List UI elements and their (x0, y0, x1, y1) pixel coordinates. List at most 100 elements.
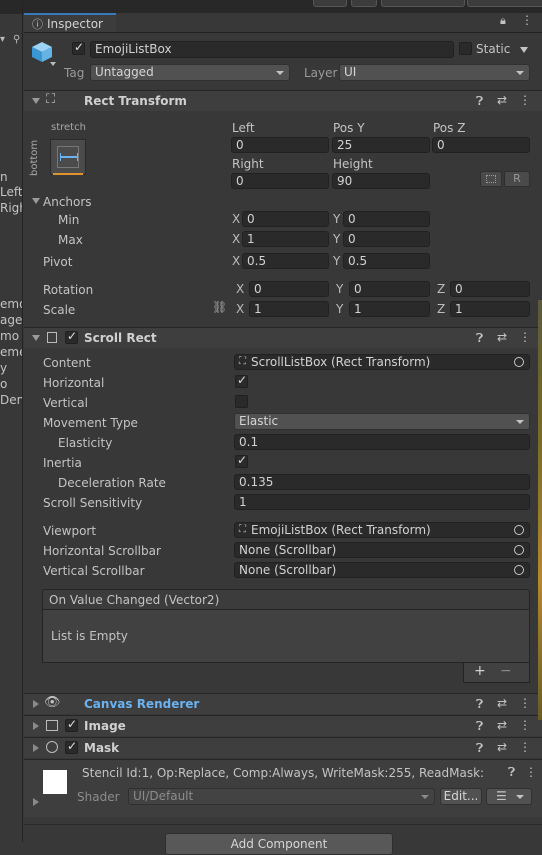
vertical-scrollbar-field[interactable]: None (Scrollbar) (234, 562, 530, 578)
preset-icon[interactable]: ⇄ (497, 696, 507, 710)
more-icon[interactable]: ⋮ (525, 765, 537, 779)
search-icon[interactable] (351, 0, 377, 7)
lock-icon[interactable]: 🔒︎ (500, 14, 506, 28)
anchor-max-x-field[interactable]: 1 (242, 231, 329, 247)
static-dropdown-arrow-icon[interactable] (520, 47, 528, 53)
hierarchy-item[interactable]: emo (0, 297, 22, 311)
foldout-arrow-icon[interactable] (33, 722, 39, 730)
pos-y-field[interactable]: 25 (332, 137, 430, 153)
foldout-arrow-icon[interactable] (33, 798, 39, 806)
layout-dropdown[interactable] (467, 0, 542, 7)
anchor-presets-button[interactable] (50, 139, 86, 175)
deceleration-rate-field[interactable]: 0.135 (234, 474, 530, 490)
hierarchy-item[interactable]: y (0, 361, 7, 375)
hierarchy-item[interactable]: Left (0, 185, 22, 199)
more-icon[interactable]: ⋮ (519, 93, 531, 107)
layer-dropdown[interactable]: UI (339, 64, 530, 81)
foldout-arrow-icon[interactable] (32, 98, 40, 104)
content-object-field[interactable]: ⛶ ScrollListBox (Rect Transform) (234, 354, 530, 370)
help-icon[interactable]: ❓︎ (476, 331, 483, 346)
hierarchy-item[interactable]: Den (0, 393, 22, 407)
object-picker-icon[interactable] (514, 565, 524, 575)
history-icon[interactable] (313, 0, 347, 7)
shader-options-button[interactable]: ☰ (486, 788, 532, 805)
search-icon[interactable]: ⚲ (13, 34, 20, 45)
hierarchy-item[interactable]: eme (0, 345, 22, 359)
anchor-min-y-field[interactable]: 0 (343, 211, 430, 227)
help-icon[interactable]: ❓︎ (476, 697, 483, 712)
height-field[interactable]: 90 (332, 173, 430, 189)
mask-header[interactable]: ✓ Mask ❓︎ ⇄ ⋮ (24, 737, 542, 758)
inertia-checkbox[interactable]: ✓ (235, 453, 248, 468)
hierarchy-item[interactable]: age (0, 313, 22, 327)
rotation-z-field[interactable]: 0 (450, 281, 530, 297)
rotation-x-field[interactable]: 0 (249, 281, 329, 297)
raw-edit-button[interactable]: R (504, 171, 530, 187)
pivot-x-field[interactable]: 0.5 (242, 253, 329, 269)
pos-z-field[interactable]: 0 (432, 137, 530, 153)
preset-icon[interactable]: ⇄ (497, 740, 507, 754)
help-icon[interactable]: ❓︎ (476, 719, 483, 734)
help-icon[interactable]: ❓︎ (508, 765, 515, 780)
viewport-object-field[interactable]: ⛶ EmojiListBox (Rect Transform) (234, 522, 530, 538)
hierarchy-item[interactable]: mo (0, 329, 19, 343)
blueprint-mode-button[interactable] (480, 171, 502, 187)
object-picker-icon[interactable] (514, 525, 524, 535)
foldout-arrow-icon[interactable] (33, 700, 39, 708)
scale-y-field[interactable]: 1 (349, 301, 430, 317)
hierarchy-item[interactable]: Righ (0, 201, 22, 215)
rect-transform-header[interactable]: ⛶ Rect Transform ❓︎ ⇄ ⋮ (24, 90, 542, 111)
add-component-button[interactable]: Add Component (165, 833, 393, 855)
vertical-checkbox[interactable] (235, 395, 248, 408)
object-picker-icon[interactable] (514, 545, 524, 555)
right-field[interactable]: 0 (231, 173, 329, 189)
preset-icon[interactable]: ⇄ (497, 93, 507, 107)
elasticity-field[interactable]: 0.1 (234, 434, 530, 450)
more-icon[interactable]: ⋮ (519, 696, 531, 710)
hierarchy-item[interactable]: o (0, 377, 7, 391)
scroll-sensitivity-field[interactable]: 1 (234, 494, 530, 510)
constrain-proportions-icon[interactable]: ⛓ (212, 300, 227, 314)
left-field[interactable]: 0 (231, 137, 329, 153)
scale-x-field[interactable]: 1 (249, 301, 329, 317)
tag-dropdown[interactable]: Untagged (90, 64, 290, 81)
pivot-y-field[interactable]: 0.5 (343, 253, 430, 269)
active-checkbox[interactable]: ✓ (72, 40, 85, 55)
preset-icon[interactable]: ⇄ (497, 330, 507, 344)
icon-picker-arrow-icon[interactable] (50, 62, 56, 66)
remove-listener-button[interactable]: − (500, 663, 512, 679)
foldout-arrow-icon[interactable] (32, 335, 40, 341)
shader-dropdown[interactable]: UI/Default (128, 788, 435, 805)
preset-icon[interactable]: ⇄ (497, 718, 507, 732)
foldout-arrow-icon[interactable] (33, 744, 39, 752)
static-checkbox[interactable] (459, 42, 472, 55)
hierarchy-item[interactable]: n (0, 170, 8, 184)
movement-type-dropdown[interactable]: Elastic (234, 413, 530, 430)
hierarchy-toolbar-icons[interactable]: ▾ ⚲ (0, 34, 22, 48)
canvas-renderer-header[interactable]: 👁︎ Canvas Renderer ❓︎ ⇄ ⋮ (24, 693, 542, 714)
anchor-max-y-field[interactable]: 0 (343, 231, 430, 247)
tab-inspector[interactable]: ⓘ Inspector (24, 13, 116, 33)
more-icon[interactable]: ⋮ (519, 740, 531, 754)
horizontal-scrollbar-field[interactable]: None (Scrollbar) (234, 542, 530, 558)
scroll-rect-enabled-checkbox[interactable]: ✓ (65, 329, 78, 344)
anchor-min-x-field[interactable]: 0 (242, 211, 329, 227)
edit-shader-button[interactable]: Edit... (440, 788, 482, 805)
image-enabled-checkbox[interactable]: ✓ (65, 717, 78, 732)
dropdown-icon[interactable]: ▾ (0, 34, 5, 45)
rotation-y-field[interactable]: 0 (349, 281, 430, 297)
scroll-rect-header[interactable]: ✓ Scroll Rect ❓︎ ⇄ ⋮ (24, 327, 542, 348)
more-icon[interactable]: ⋮ (521, 13, 533, 27)
mask-enabled-checkbox[interactable]: ✓ (65, 739, 78, 754)
help-icon[interactable]: ❓︎ (476, 741, 483, 756)
scale-z-field[interactable]: 1 (450, 301, 530, 317)
layers-dropdown[interactable] (381, 0, 465, 7)
image-header[interactable]: ✓ Image ❓︎ ⇄ ⋮ (24, 715, 542, 736)
horizontal-checkbox[interactable]: ✓ (235, 373, 248, 388)
add-listener-button[interactable]: + (474, 663, 486, 679)
anchors-label[interactable]: Anchors (43, 195, 92, 209)
object-name-field[interactable]: EmojiListBox (90, 41, 454, 58)
help-icon[interactable]: ❓︎ (476, 94, 483, 109)
more-icon[interactable]: ⋮ (519, 330, 531, 344)
anchors-foldout-icon[interactable] (32, 198, 40, 204)
